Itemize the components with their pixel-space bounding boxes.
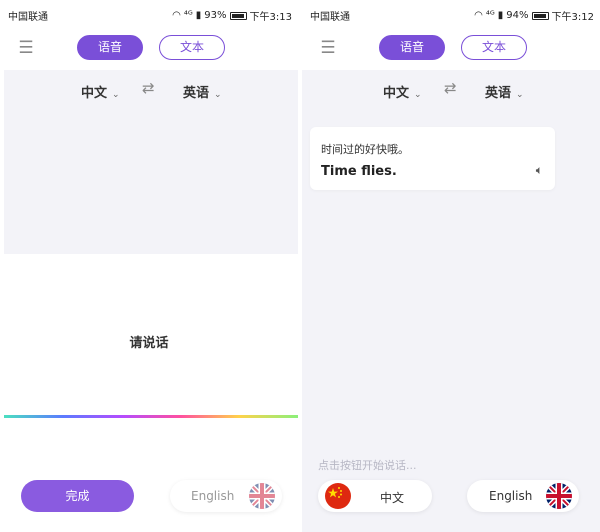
english-speak-button[interactable]: English [467, 480, 579, 512]
clock: 下午3:13 [249, 12, 292, 23]
chinese-label: 中文 [380, 491, 405, 505]
signal-icon: ▮ [497, 9, 504, 21]
network-type-icon: ⁴ᴳ [485, 9, 495, 21]
wifi-icon: ◠ [474, 9, 483, 21]
source-language-select[interactable]: 中文 ⌄ [81, 82, 120, 101]
language-bar: 中文 ⌄ ⇄ 英语 ⌄ [302, 70, 600, 112]
tab-text[interactable]: 文本 [461, 35, 527, 60]
china-flag-icon [325, 483, 351, 509]
top-bar: ☰ 语音 文本 [0, 28, 298, 70]
target-language-label: 英语 [485, 86, 512, 101]
language-bar: 中文 ⌄ ⇄ 英语 ⌄ [0, 70, 298, 112]
status-bar: 中国联通 ◠ ⁴ᴳ ▮ 93% 下午3:13 [0, 0, 298, 28]
clock: 下午3:12 [551, 12, 594, 23]
signal-icon: ▮ [195, 9, 202, 21]
source-language-label: 中文 [383, 86, 410, 101]
target-language-label: 英语 [183, 86, 210, 101]
done-button[interactable]: 完成 [21, 480, 134, 512]
swap-languages-icon[interactable]: ⇄ [444, 79, 457, 97]
chevron-down-icon: ⌄ [214, 90, 222, 100]
tab-voice[interactable]: 语音 [77, 35, 143, 60]
carrier-label: 中国联通 [310, 12, 350, 23]
chevron-down-icon: ⌄ [112, 90, 120, 100]
chevron-down-icon: ⌄ [516, 90, 524, 100]
battery-percent: 94% [506, 10, 529, 21]
voice-waveform [4, 415, 298, 418]
network-type-icon: ⁴ᴳ [183, 9, 193, 21]
english-speak-button[interactable]: English [170, 480, 282, 512]
top-bar: ☰ 语音 文本 [302, 28, 600, 70]
tap-to-speak-hint: 点击按钮开始说话... [318, 459, 417, 472]
chevron-down-icon: ⌄ [414, 90, 422, 100]
speak-prompt: 请说话 [129, 336, 169, 351]
source-text: 时间过的好快哦。 [321, 143, 409, 156]
battery-percent: 93% [204, 10, 227, 21]
source-language-select[interactable]: 中文 ⌄ [383, 82, 422, 101]
menu-icon[interactable]: ☰ [318, 38, 338, 58]
wifi-icon: ◠ [172, 9, 181, 21]
carrier-label: 中国联通 [8, 12, 48, 23]
translated-text: Time flies. [321, 164, 397, 179]
target-language-select[interactable]: 英语 ⌄ [485, 82, 524, 101]
english-label: English [191, 489, 235, 503]
source-language-label: 中文 [81, 86, 108, 101]
translation-result-screen: 中国联通 ◠ ⁴ᴳ ▮ 94% 下午3:12 ☰ 语音 文本 中文 ⌄ ⇄ 英语 ⌄… [302, 0, 600, 532]
menu-icon[interactable]: ☰ [16, 38, 36, 58]
chinese-speak-button[interactable]: 中文 [318, 480, 432, 512]
translation-card[interactable]: 时间过的好快哦。 Time flies. 🔈︎ [310, 127, 555, 190]
swap-languages-icon[interactable]: ⇄ [142, 79, 155, 97]
tab-text[interactable]: 文本 [159, 35, 225, 60]
uk-flag-icon [546, 483, 572, 509]
battery-icon [531, 11, 549, 20]
uk-flag-icon [249, 483, 275, 509]
speaker-icon[interactable]: 🔈︎ [536, 163, 543, 178]
english-label: English [489, 489, 533, 503]
target-language-select[interactable]: 英语 ⌄ [183, 82, 222, 101]
voice-input-screen: 中国联通 ◠ ⁴ᴳ ▮ 93% 下午3:13 ☰ 语音 文本 中文 ⌄ ⇄ 英语 ⌄… [0, 0, 298, 532]
tab-voice[interactable]: 语音 [379, 35, 445, 60]
status-bar: 中国联通 ◠ ⁴ᴳ ▮ 94% 下午3:12 [302, 0, 600, 28]
battery-icon [229, 11, 247, 20]
